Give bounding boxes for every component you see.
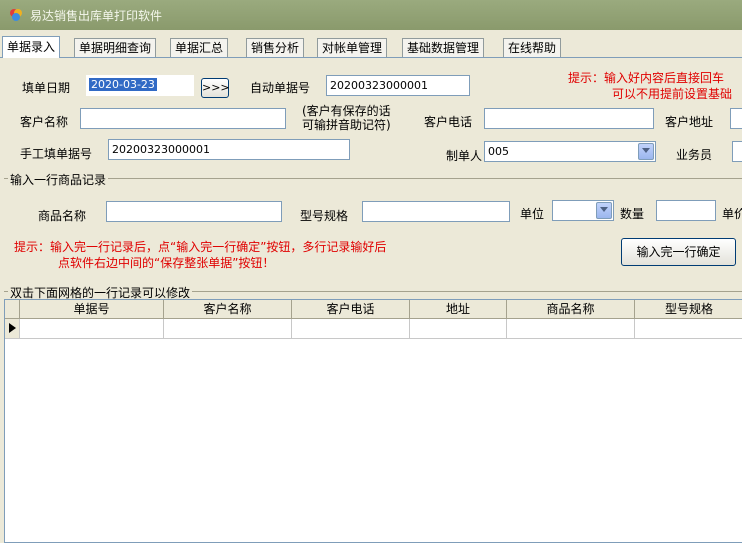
unit-label: 单位 bbox=[520, 207, 545, 221]
tab-entry[interactable]: 单据录入 bbox=[2, 36, 61, 58]
product-tip-line2: 点软件右边中间的“保存整张单据”按钮！ bbox=[58, 256, 275, 270]
date-input[interactable]: 2020-03-23 bbox=[86, 75, 194, 96]
maker-select[interactable]: 005 bbox=[484, 141, 656, 162]
tab-sales-analysis[interactable]: 销售分析 bbox=[246, 38, 305, 57]
chevron-down-icon bbox=[600, 207, 608, 212]
table-cell[interactable] bbox=[292, 319, 410, 339]
product-group-border bbox=[4, 178, 742, 179]
tip-top-line1: 提示：输入好内容后直接回车 bbox=[568, 71, 725, 85]
auto-no-input[interactable]: 20200323000001 bbox=[326, 75, 470, 96]
model-label: 型号规格 bbox=[300, 209, 349, 223]
product-name-label: 商品名称 bbox=[38, 209, 87, 223]
product-name-input[interactable] bbox=[106, 201, 282, 222]
table-cell[interactable] bbox=[164, 319, 292, 339]
unit-dropdown-button[interactable] bbox=[596, 202, 612, 219]
grid-col-header[interactable]: 地址 bbox=[410, 300, 507, 319]
salesman-label: 业务员 bbox=[676, 148, 713, 162]
address-input[interactable] bbox=[730, 108, 742, 129]
address-label: 客户地址 bbox=[665, 115, 714, 129]
auto-no-label: 自动单据号 bbox=[250, 81, 311, 95]
manual-no-input[interactable]: 20200323000001 bbox=[108, 139, 350, 160]
app-logo-icon bbox=[8, 7, 24, 23]
tab-summary[interactable]: 单据汇总 bbox=[170, 38, 229, 57]
title-bar: 易达销售出库单打印软件 bbox=[0, 0, 742, 30]
table-cell[interactable] bbox=[410, 319, 507, 339]
maker-label: 制单人 bbox=[446, 149, 483, 163]
qty-input[interactable] bbox=[656, 200, 716, 221]
grid-col-header[interactable]: 商品名称 bbox=[507, 300, 635, 319]
row-indicator[interactable] bbox=[5, 319, 20, 339]
grid-col-header[interactable]: 客户名称 bbox=[164, 300, 292, 319]
customer-input[interactable] bbox=[80, 108, 286, 129]
unit-select[interactable] bbox=[552, 200, 614, 221]
manual-no-label: 手工填单据号 bbox=[20, 147, 93, 161]
customer-label: 客户名称 bbox=[20, 115, 69, 129]
phone-label: 客户电话 bbox=[424, 115, 473, 129]
row-pointer-icon bbox=[9, 323, 16, 333]
tab-detail-query[interactable]: 单据明细查询 bbox=[74, 38, 157, 57]
table-cell[interactable] bbox=[20, 319, 164, 339]
main-tabs: 单据录入 单据明细查询 单据汇总 销售分析 对帐单管理 基础数据管理 在线帮助 bbox=[0, 36, 742, 58]
tab-basic-data[interactable]: 基础数据管理 bbox=[402, 38, 485, 57]
maker-dropdown-button[interactable] bbox=[638, 143, 654, 160]
salesman-input[interactable] bbox=[732, 141, 742, 162]
phone-input[interactable] bbox=[484, 108, 654, 129]
records-grid[interactable]: 单据号 客户名称 客户电话 地址 商品名称 型号规格 bbox=[4, 299, 742, 543]
grid-corner bbox=[5, 300, 20, 319]
date-label: 填单日期 bbox=[22, 81, 71, 95]
grid-col-header[interactable]: 型号规格 bbox=[635, 300, 742, 319]
table-cell[interactable] bbox=[635, 319, 742, 339]
window-title: 易达销售出库单打印软件 bbox=[30, 9, 163, 23]
customer-hint-line2: 可输拼音助记符) bbox=[302, 118, 391, 132]
product-group-title: 输入一行商品记录 bbox=[8, 171, 109, 188]
chevron-down-icon bbox=[642, 148, 650, 153]
tab-help[interactable]: 在线帮助 bbox=[503, 38, 562, 57]
date-picker-button[interactable]: >>> bbox=[201, 78, 230, 98]
qty-label: 数量 bbox=[620, 207, 645, 221]
price-label: 单价 bbox=[722, 207, 742, 221]
tip-top-line2: 可以不用提前设置基础 bbox=[612, 87, 733, 101]
model-input[interactable] bbox=[362, 201, 510, 222]
grid-col-header[interactable]: 客户电话 bbox=[292, 300, 410, 319]
date-value: 2020-03-23 bbox=[89, 78, 157, 91]
tab-statement[interactable]: 对帐单管理 bbox=[317, 38, 388, 57]
product-tip-line1: 提示：输入完一行记录后，点“输入完一行确定”按钮，多行记录输好后 bbox=[14, 240, 387, 254]
confirm-row-button[interactable]: 输入完一行确定 bbox=[621, 238, 736, 266]
grid-col-header[interactable]: 单据号 bbox=[20, 300, 164, 319]
maker-value: 005 bbox=[488, 145, 509, 158]
table-cell[interactable] bbox=[507, 319, 635, 339]
